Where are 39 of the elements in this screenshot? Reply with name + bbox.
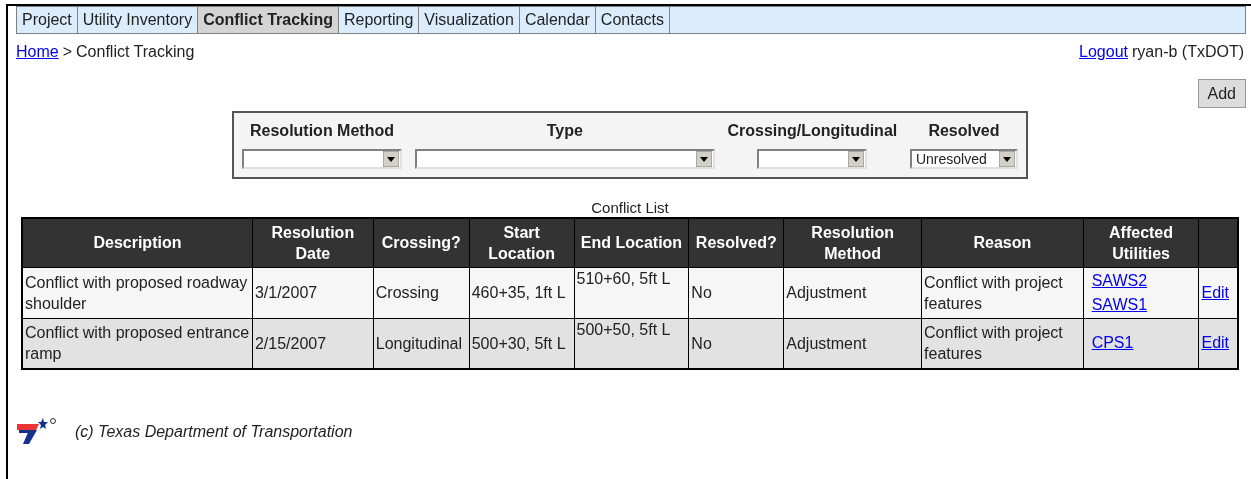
breadcrumb-current: Conflict Tracking [76,42,195,62]
column-header: Resolution Method [783,218,922,267]
table-cell: 500+50, 5ft L [574,318,689,369]
table-cell: 2/15/2007 [252,318,374,369]
table-cell: Conflict with proposed roadway shoulder [22,267,253,318]
table-caption: Conflict List [591,199,669,217]
table-cell: Crossing [373,267,470,318]
column-header: Resolved? [688,218,784,267]
table-cell: 460+35, 1ft L [469,267,575,318]
column-header: Affected Utilities [1083,218,1199,267]
column-header: Start Location [469,218,575,267]
copyright-text: (c) Texas Department of Transportation [75,422,353,442]
add-button[interactable]: Add [1197,79,1246,108]
table-cell: Conflict with project features [921,267,1084,318]
utility-link[interactable]: SAWS2 [1091,268,1148,293]
utility-link[interactable]: SAWS1 [1091,292,1148,317]
column-header: Reason [921,218,1084,267]
table-cell: Conflict with project features [921,318,1084,369]
column-header: Crossing? [373,218,470,267]
table-cell: 510+60, 5ft L [574,267,689,318]
home-link[interactable]: Home [16,40,59,64]
dropdown[interactable]: Unresolved [909,149,1018,169]
column-header: End Location [574,218,689,267]
filter-label: Resolved [928,121,1000,141]
utility-link[interactable]: CPS1 [1091,331,1134,356]
column-header: Resolution Date [252,218,374,267]
table-cell: 500+30, 5ft L [469,318,575,369]
filter-label: Type [546,121,583,141]
logout-link[interactable]: Logout [1079,40,1128,64]
user-name: ryan-b (TxDOT) [1132,42,1244,62]
column-header: Description [22,218,253,267]
filter-label: Resolution Method [250,121,394,141]
nav-tab[interactable]: Conflict Tracking [198,7,339,33]
table-cell: Adjustment [783,267,922,318]
table-cell: Adjustment [783,318,922,369]
breadcrumb-separator: > [62,42,73,62]
filter-label: Crossing/Longitudinal [727,121,898,141]
table-cell: 3/1/2007 [252,267,374,318]
table-cell: No [688,267,784,318]
